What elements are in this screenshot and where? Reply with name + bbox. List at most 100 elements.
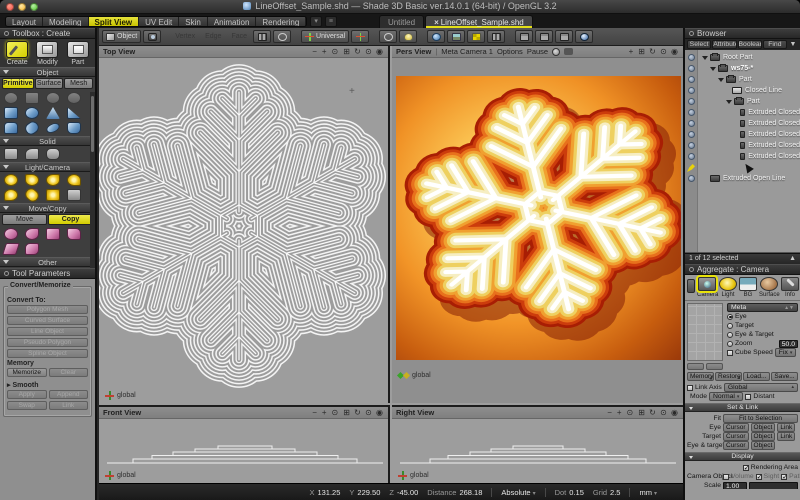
toolbox-tab-create[interactable]: Create: [3, 41, 32, 66]
eye-radio[interactable]: [727, 314, 733, 320]
subtab-primitive[interactable]: Primitive: [2, 78, 34, 89]
torus-icon[interactable]: [46, 92, 60, 104]
pan-rotate-zoom-icons[interactable]: ⊞ ↻ ⊙ ◉: [638, 409, 679, 417]
boolean-icon[interactable]: [25, 148, 39, 160]
tree-row[interactable]: Part: [698, 96, 800, 107]
rendering-area-checkbox[interactable]: [743, 465, 749, 471]
viewport-front[interactable]: Front View − + ⊙ ⊞ ↻ ⊙ ◉ global: [99, 405, 390, 483]
cylinder-icon[interactable]: [4, 122, 18, 134]
meta-dropdown[interactable]: Meta▲▼: [727, 303, 798, 312]
tab-modeling[interactable]: Modeling: [43, 17, 88, 26]
link-axis-dropdown[interactable]: Global▴: [724, 383, 798, 392]
section-light-camera[interactable]: Light/Camera: [0, 162, 95, 172]
sight-checkbox[interactable]: [756, 474, 762, 480]
visibility-toggle[interactable]: [688, 142, 695, 149]
tab-split-view[interactable]: Split View: [89, 17, 140, 26]
visibility-toggle[interactable]: [688, 175, 695, 182]
target-radio[interactable]: [727, 323, 733, 329]
path-checkbox[interactable]: [781, 474, 787, 480]
tree-row[interactable]: Extruded Closed: [698, 107, 800, 118]
text-solid-icon[interactable]: [46, 148, 60, 160]
camera-tool-button[interactable]: [143, 30, 161, 43]
visibility-toggle[interactable]: [688, 131, 695, 138]
workspace-edit-button[interactable]: ≡: [325, 16, 337, 27]
ellipse-icon[interactable]: [45, 121, 61, 135]
zoom-in-icon[interactable]: +: [629, 48, 635, 56]
aggregate-tab-surface[interactable]: Surface: [759, 277, 779, 298]
memory-button[interactable]: Memory: [687, 372, 714, 381]
minimize-window-button[interactable]: [18, 3, 26, 11]
memorize-button[interactable]: Memorize: [7, 368, 47, 377]
viewport-pers[interactable]: Pers View | Meta Camera 1 Options Pause …: [392, 46, 683, 403]
zoom-out-icon[interactable]: −: [312, 409, 318, 417]
browser-tab-select[interactable]: Select: [687, 40, 711, 49]
eye-link-button[interactable]: Link: [777, 423, 795, 432]
zoom-window-button[interactable]: [30, 3, 38, 11]
cube-speed-dropdown[interactable]: Fix▾: [775, 348, 797, 357]
visibility-toggle[interactable]: [688, 98, 695, 105]
mode-dropdown[interactable]: Normal▾: [709, 392, 743, 401]
expand-icon[interactable]: [718, 78, 724, 82]
wire-box-icon[interactable]: [4, 148, 18, 160]
comment-icon[interactable]: [564, 48, 573, 55]
volume-checkbox[interactable]: [723, 474, 729, 480]
camera-selector[interactable]: Meta Camera 1: [441, 47, 493, 56]
camera-preview[interactable]: [687, 303, 723, 361]
layout-front-button[interactable]: [535, 30, 553, 43]
eye-target-cursor-button[interactable]: Cursor: [723, 441, 749, 450]
section-other[interactable]: Other: [0, 257, 95, 267]
visibility-toggle[interactable]: [688, 65, 695, 72]
tree-row[interactable]: Extruded Closed: [698, 140, 800, 151]
visibility-toggle[interactable]: [688, 109, 695, 116]
section-move-copy[interactable]: Move/Copy: [0, 203, 95, 213]
visibility-toggle[interactable]: [688, 76, 695, 83]
tab-rendering[interactable]: Rendering: [256, 17, 306, 26]
light-tool-button[interactable]: [399, 30, 417, 43]
target-link-button[interactable]: Link: [777, 432, 795, 441]
eye-target-radio[interactable]: [727, 332, 733, 338]
area-light-icon[interactable]: [67, 174, 81, 186]
zoom-out-icon[interactable]: −: [312, 48, 318, 56]
preview-button[interactable]: [687, 363, 704, 370]
doc-tab-lineoffset[interactable]: ×LineOffset_Sample.shd: [425, 15, 533, 28]
unit-dropdown[interactable]: mm: [639, 488, 657, 497]
rotate-tool-button[interactable]: [273, 30, 291, 43]
right-view-canvas[interactable]: [392, 419, 683, 483]
terrain-view-button[interactable]: [447, 30, 465, 43]
toolbox-tab-part[interactable]: Part: [63, 41, 92, 66]
link-axis-checkbox[interactable]: [687, 385, 693, 391]
pivot-tool-button[interactable]: [379, 30, 397, 43]
tree-row[interactable]: Extruded Open Line: [698, 173, 800, 184]
aggregate-tab-camera[interactable]: Camera: [697, 277, 717, 298]
expand-icon[interactable]: [710, 67, 716, 71]
ring-icon[interactable]: [67, 92, 81, 104]
ambient-light-icon[interactable]: [4, 189, 18, 201]
expand-icon[interactable]: [702, 56, 708, 60]
globe-view-button[interactable]: [427, 30, 445, 43]
coordinate-mode-dropdown[interactable]: Absolute: [501, 488, 535, 497]
vertex-mode-button[interactable]: Vertex: [171, 30, 199, 43]
shear-icon[interactable]: [2, 243, 20, 255]
object-mode-button[interactable]: Object: [102, 30, 141, 43]
align-icon[interactable]: [46, 228, 60, 240]
spotlight-icon[interactable]: [25, 174, 39, 186]
section-object[interactable]: Object: [0, 67, 95, 77]
axis-tool-button[interactable]: [351, 30, 369, 43]
cube-speed-checkbox[interactable]: [727, 350, 733, 356]
restore-button[interactable]: Restore: [715, 372, 742, 381]
zoom-in-icon[interactable]: +: [322, 409, 328, 417]
tab-uv-edit[interactable]: UV Edit: [139, 17, 179, 26]
render-preview-button[interactable]: [575, 30, 593, 43]
visibility-toggle[interactable]: [688, 120, 695, 127]
filter-icon[interactable]: ▼: [788, 40, 798, 49]
aggregate-side-icon[interactable]: [687, 279, 695, 293]
universal-manipulator-button[interactable]: Universal: [301, 30, 349, 43]
layout-top-button[interactable]: [515, 30, 533, 43]
browser-tab-boolean[interactable]: Boolean: [738, 40, 762, 49]
collapse-icon[interactable]: ▲: [789, 254, 796, 264]
aggregate-tab-bg[interactable]: BG: [739, 277, 757, 298]
smooth-label[interactable]: ▸ Smooth: [7, 381, 88, 389]
subtab-surface[interactable]: Surface: [35, 78, 64, 89]
section-set-link[interactable]: Set & Link: [685, 403, 800, 412]
fit-to-selection-button[interactable]: Fit to Selection: [723, 414, 798, 423]
